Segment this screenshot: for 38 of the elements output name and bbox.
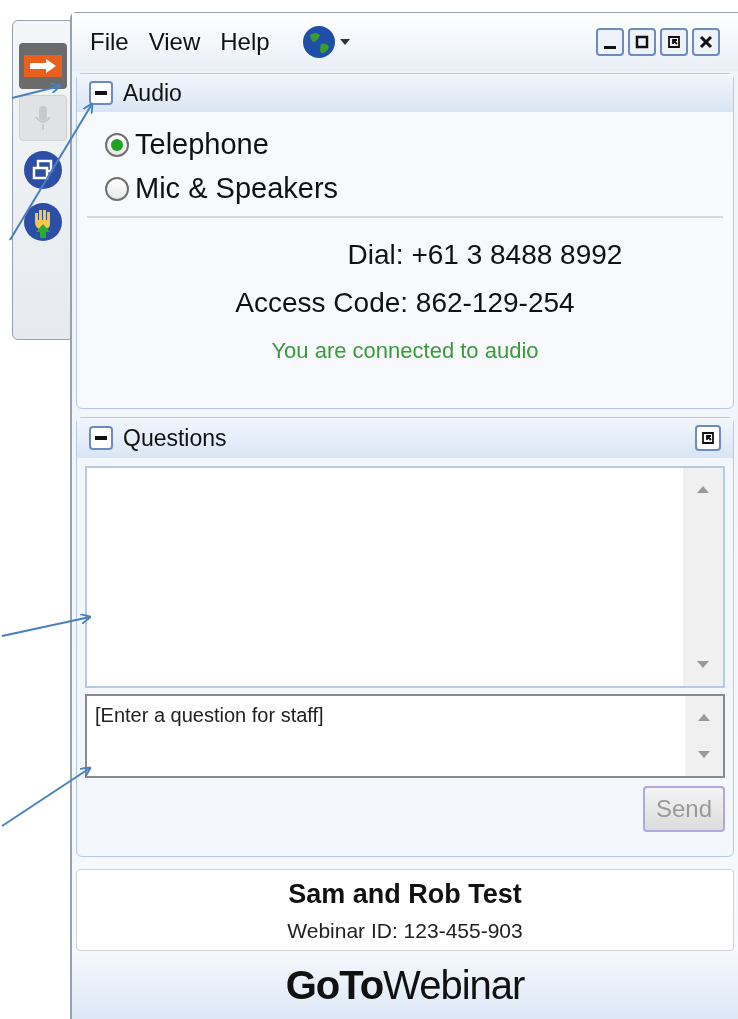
panel-title: Audio [123, 78, 182, 108]
scroll-down-icon [697, 661, 709, 668]
popout-button[interactable] [695, 425, 721, 451]
scroll-up-icon [697, 486, 709, 493]
popout-icon [701, 431, 715, 445]
raise-hand-icon [23, 202, 63, 242]
close-button[interactable] [692, 28, 720, 56]
globe-icon [301, 25, 336, 59]
access-code: Access Code: 862-129-254 [235, 286, 575, 320]
popout-icon [667, 35, 681, 49]
menu-item[interactable]: View [148, 24, 201, 60]
radio-label: Mic & Speakers [135, 171, 339, 207]
microphone-icon [35, 105, 51, 131]
popout-button[interactable] [660, 28, 688, 56]
dial-number: Dial: +61 3 8488 8992 [347, 238, 623, 272]
scrollbar[interactable] [683, 468, 723, 686]
close-icon [699, 35, 713, 49]
language-button[interactable] [301, 25, 350, 59]
logo: GoToWebinar [285, 962, 525, 1009]
panel-title: Questions [123, 423, 227, 453]
connection-status: You are connected to audio [271, 337, 539, 365]
radio-button[interactable] [105, 177, 129, 201]
minimize-button[interactable] [596, 28, 624, 56]
maximize-button[interactable] [628, 28, 656, 56]
radio-label: Telephone [135, 127, 269, 163]
collapse-button[interactable] [89, 426, 113, 450]
menu-item[interactable]: File [90, 24, 129, 60]
webinar-title: Sam and Rob Test [288, 878, 522, 911]
arrow-button[interactable] [19, 43, 67, 89]
windows-icon [23, 150, 63, 190]
minimize-icon [604, 46, 616, 49]
caret-icon [339, 39, 350, 45]
maximize-icon [635, 35, 649, 49]
collapse-button[interactable] [89, 81, 113, 105]
webinar-id: Webinar ID: 123-455-903 [287, 917, 523, 944]
radio-button[interactable] [105, 133, 129, 157]
annotation-arrow [11, 82, 62, 99]
menu-item[interactable]: Help [220, 24, 270, 60]
